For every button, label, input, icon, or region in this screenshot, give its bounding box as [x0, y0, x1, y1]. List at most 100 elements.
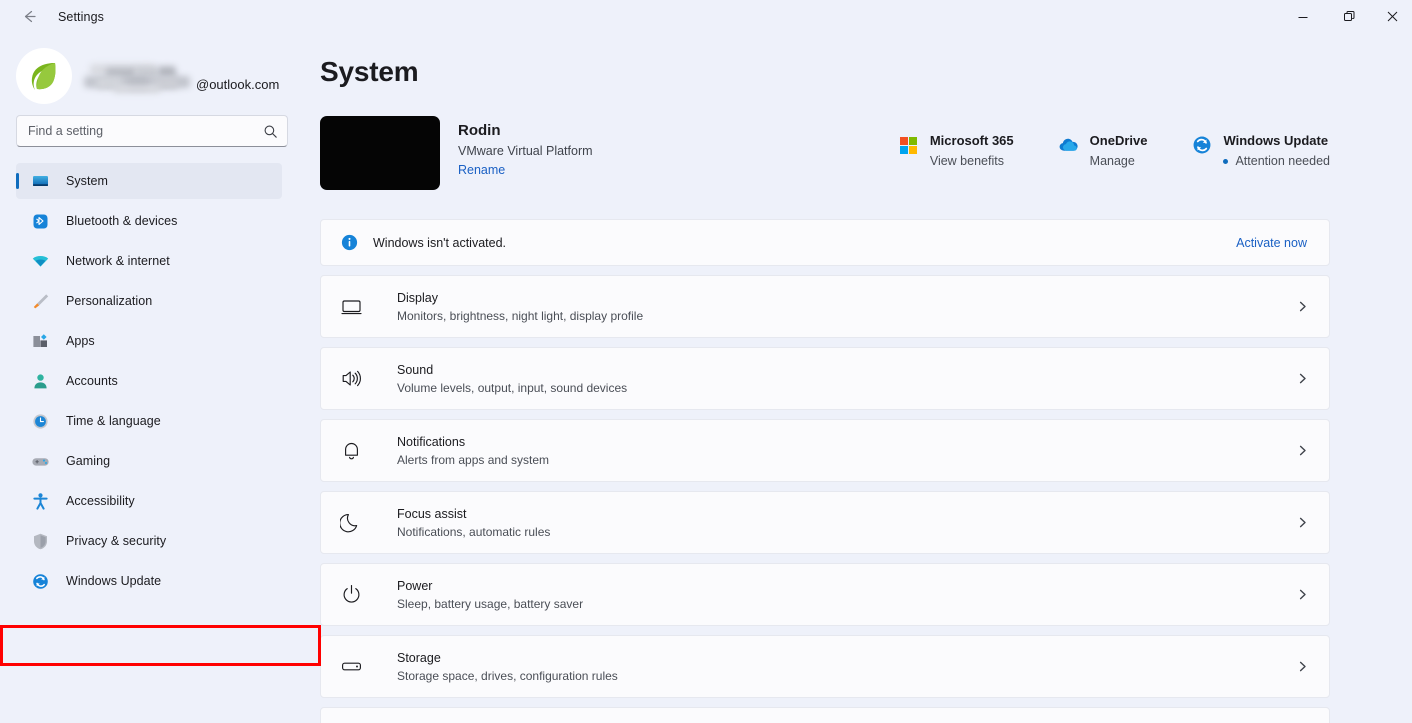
- sidebar-item-label: Network & internet: [66, 254, 170, 268]
- device-meta: Rodin VMware Virtual Platform Rename: [458, 116, 593, 177]
- update-icon: [1191, 134, 1213, 156]
- sidebar-item-apps[interactable]: Apps: [16, 323, 282, 359]
- bell-icon: [338, 438, 364, 464]
- device-model: VMware Virtual Platform: [458, 144, 593, 158]
- sidebar-item-label: Privacy & security: [66, 534, 167, 548]
- sidebar-item-personalization[interactable]: Personalization: [16, 283, 282, 319]
- settings-rows: Display Monitors, brightness, night ligh…: [320, 275, 1330, 723]
- quick-link-sub: Attention needed: [1223, 154, 1330, 168]
- sidebar-item-system[interactable]: System: [16, 163, 282, 199]
- sidebar-item-label: Accessibility: [66, 494, 135, 508]
- settings-row-text: Display Monitors, brightness, night ligh…: [397, 291, 1291, 323]
- chevron-right-icon: [1291, 444, 1313, 457]
- quick-link-onedrive[interactable]: OneDrive Manage: [1058, 132, 1148, 168]
- annotation-rectangle-windows-update: [0, 625, 321, 666]
- sidebar-item-label: Apps: [66, 334, 95, 348]
- wifi-icon: [30, 251, 50, 271]
- minimize-button[interactable]: [1280, 0, 1326, 33]
- activation-banner-text: Windows isn't activated.: [373, 235, 506, 250]
- search-input[interactable]: [28, 124, 263, 138]
- back-arrow-icon[interactable]: [14, 2, 44, 32]
- quick-link-title: Microsoft 365: [929, 133, 1014, 148]
- main-content: System Rodin VMware Virtual Platform Ren…: [320, 33, 1412, 723]
- sidebar: @outlook.com Find a setting System Bluet…: [0, 33, 321, 723]
- shield-icon: [30, 531, 50, 551]
- gamepad-icon: [30, 451, 50, 471]
- sidebar-item-label: Accounts: [66, 374, 118, 388]
- leaf-avatar-icon: [31, 62, 56, 90]
- person-icon: [30, 371, 50, 391]
- quick-link-text: Microsoft 365 View benefits: [930, 132, 1014, 168]
- sidebar-item-label: Time & language: [66, 414, 161, 428]
- settings-row-text: Storage Storage space, drives, configura…: [397, 651, 1291, 683]
- close-button[interactable]: [1372, 0, 1412, 33]
- window-body: @outlook.com Find a setting System Bluet…: [0, 33, 1412, 723]
- quick-link-text: Windows Update Attention needed: [1223, 132, 1330, 168]
- sidebar-item-time-language[interactable]: Time & language: [16, 403, 282, 439]
- accessibility-icon: [30, 491, 50, 511]
- settings-row-title: Sound: [397, 362, 434, 377]
- settings-row-sub: Sleep, battery usage, battery saver: [397, 596, 584, 611]
- quick-link-sub: Manage: [1089, 154, 1135, 168]
- chevron-right-icon: [1291, 372, 1313, 385]
- sidebar-item-privacy-security[interactable]: Privacy & security: [16, 523, 282, 559]
- settings-row-power[interactable]: Power Sleep, battery usage, battery save…: [320, 563, 1330, 626]
- quick-link-sub: View benefits: [929, 154, 1004, 168]
- settings-row-sound[interactable]: Sound Volume levels, output, input, soun…: [320, 347, 1330, 410]
- drive-icon: [338, 654, 364, 680]
- settings-row-title: Focus assist: [397, 506, 467, 521]
- rename-link[interactable]: Rename: [458, 163, 593, 177]
- settings-row-text: Notifications Alerts from apps and syste…: [397, 435, 1291, 467]
- clock-icon: [30, 411, 50, 431]
- quick-link-text: OneDrive Manage: [1090, 132, 1148, 168]
- sidebar-item-label: Gaming: [66, 454, 111, 468]
- sidebar-item-label: System: [66, 174, 108, 188]
- settings-row-title: Notifications: [397, 434, 466, 449]
- settings-row-title: Display: [397, 290, 438, 305]
- settings-row-sub: Storage space, drives, configuration rul…: [397, 668, 618, 683]
- quick-link-microsoft-365[interactable]: Microsoft 365 View benefits: [898, 132, 1014, 168]
- quick-link-title: Windows Update: [1223, 133, 1329, 148]
- moon-icon: [338, 510, 364, 536]
- account-block[interactable]: @outlook.com: [0, 33, 320, 105]
- search-container: [0, 105, 320, 157]
- chevron-right-icon: [1291, 660, 1313, 673]
- settings-row-partial[interactable]: [320, 707, 1330, 723]
- onedrive-cloud-icon: [1058, 134, 1080, 156]
- settings-row-text: Focus assist Notifications, automatic ru…: [397, 507, 1291, 539]
- settings-row-focus-assist[interactable]: Focus assist Notifications, automatic ru…: [320, 491, 1330, 554]
- speaker-icon: [338, 366, 364, 392]
- search-box[interactable]: [16, 115, 288, 147]
- settings-row-notifications[interactable]: Notifications Alerts from apps and syste…: [320, 419, 1330, 482]
- sidebar-item-accessibility[interactable]: Accessibility: [16, 483, 282, 519]
- sidebar-item-accounts[interactable]: Accounts: [16, 363, 282, 399]
- chevron-right-icon: [1291, 516, 1313, 529]
- settings-row-sub: Notifications, automatic rules: [397, 524, 551, 539]
- settings-row-storage[interactable]: Storage Storage space, drives, configura…: [320, 635, 1330, 698]
- activate-now-link[interactable]: Activate now: [1236, 236, 1307, 250]
- settings-row-sub: Monitors, brightness, night light, displ…: [397, 308, 644, 323]
- device-summary: Rodin VMware Virtual Platform Rename Mic…: [320, 116, 1330, 194]
- sidebar-item-gaming[interactable]: Gaming: [16, 443, 282, 479]
- info-icon: [340, 234, 358, 252]
- avatar: [16, 48, 72, 104]
- sidebar-item-network-internet[interactable]: Network & internet: [16, 243, 282, 279]
- page-title: System: [320, 56, 419, 87]
- sidebar-item-windows-update[interactable]: Windows Update: [16, 563, 282, 599]
- update-icon: [30, 571, 50, 591]
- settings-row-sub: Alerts from apps and system: [397, 452, 550, 467]
- sidebar-item-label: Windows Update: [66, 574, 162, 588]
- power-icon: [338, 582, 364, 608]
- settings-row-display[interactable]: Display Monitors, brightness, night ligh…: [320, 275, 1330, 338]
- restore-button[interactable]: [1326, 0, 1372, 33]
- sidebar-item-bluetooth-devices[interactable]: Bluetooth & devices: [16, 203, 282, 239]
- activation-banner: Windows isn't activated. Activate now: [320, 219, 1330, 266]
- bluetooth-icon: [30, 211, 50, 231]
- settings-row-text: Power Sleep, battery usage, battery save…: [397, 579, 1291, 611]
- quick-link-sub-text: Attention needed: [1235, 154, 1330, 168]
- device-name: Rodin: [458, 122, 501, 139]
- account-name-redacted: [84, 62, 202, 93]
- quick-link-title: OneDrive: [1089, 133, 1148, 148]
- status-dot: [1223, 158, 1229, 164]
- quick-link-windows-update[interactable]: Windows Update Attention needed: [1191, 132, 1330, 168]
